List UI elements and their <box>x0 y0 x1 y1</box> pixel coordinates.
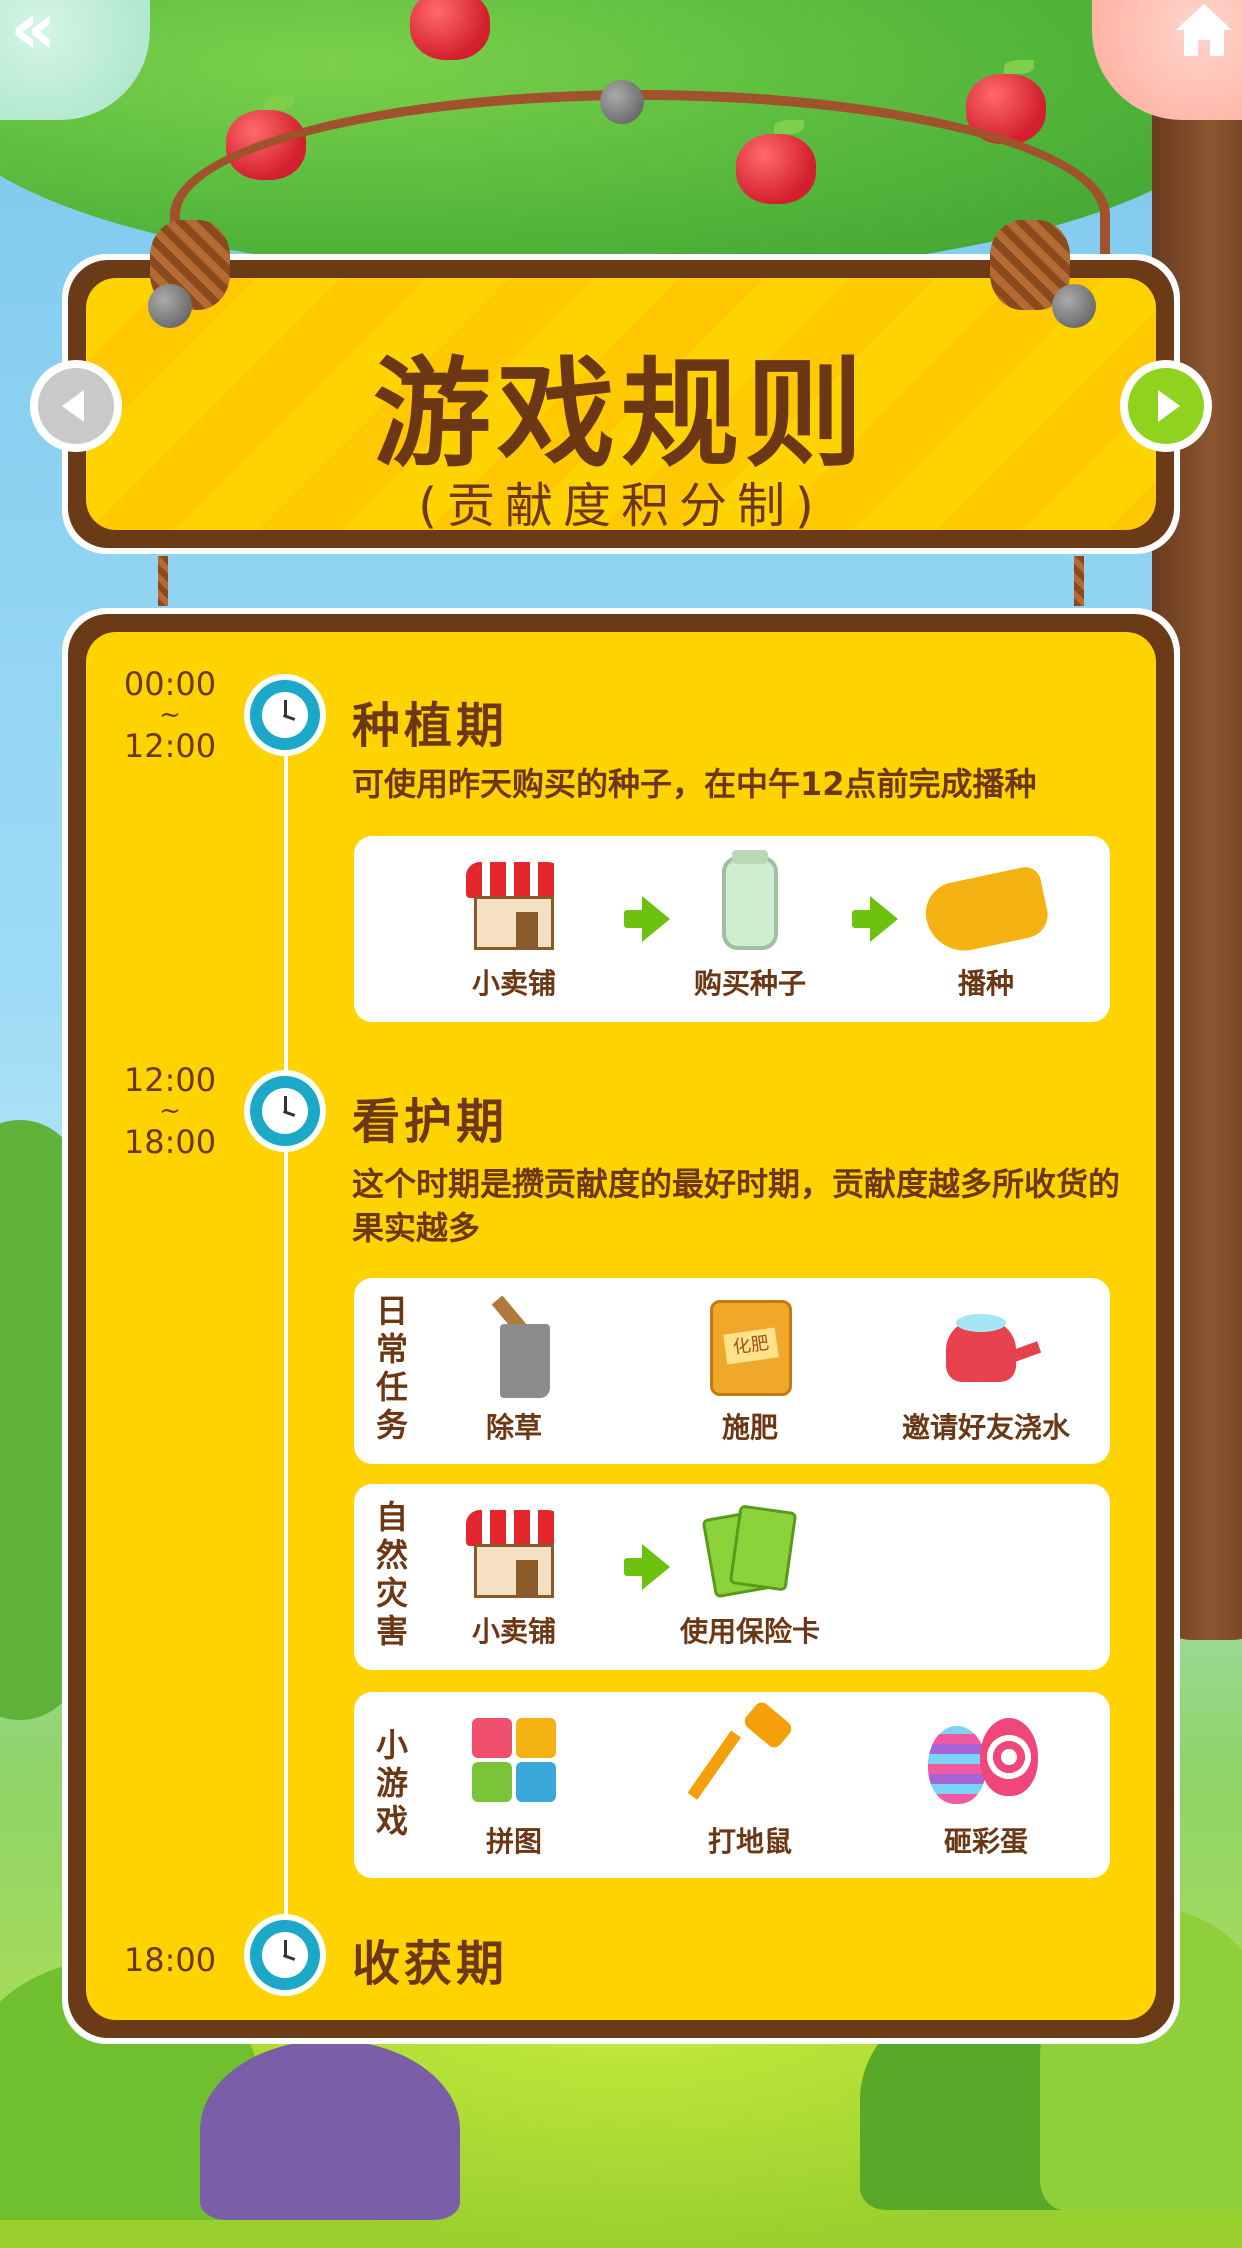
insurance-card-icon <box>701 1504 798 1600</box>
task-fertilize[interactable]: 化肥 施肥 <box>660 1300 840 1444</box>
phase-time: 00:00 ~ 12:00 <box>123 665 217 765</box>
bush <box>200 2040 460 2220</box>
phase-time: 12:00 ~ 18:00 <box>123 1061 217 1161</box>
phase-title: 种植期 <box>352 698 509 754</box>
natural-disaster-card: 自然灾害 小卖铺 使用保险卡 <box>354 1484 1110 1670</box>
phase-description: 这个时期是攒贡献度的最好时期，贡献度越多所收货的果实越多 <box>352 1165 1121 1247</box>
hammer-icon <box>687 1699 796 1810</box>
game-puzzle[interactable]: 拼图 <box>424 1718 604 1858</box>
page-subtitle: (贡献度积分制) <box>418 478 824 534</box>
mini-games-card: 小游戏 拼图 打地鼠 砸彩蛋 <box>354 1692 1110 1878</box>
home-icon[interactable] <box>1172 0 1236 60</box>
page-title: 游戏规则 <box>372 344 869 483</box>
step-shop[interactable]: 小卖铺 <box>424 862 604 1002</box>
board-rope <box>1074 556 1084 606</box>
arrow-right-icon <box>852 896 898 942</box>
rope-nail <box>600 80 644 124</box>
double-chevron-left-icon[interactable]: « <box>10 0 57 64</box>
phase-title: 看护期 <box>352 1094 509 1150</box>
next-button[interactable] <box>1120 360 1212 452</box>
glove-icon <box>920 864 1052 958</box>
clock-icon <box>244 1070 326 1152</box>
daily-tasks-card: 日常任务 除草 化肥 施肥 邀请好友浇水 <box>354 1278 1110 1464</box>
step-buy-seeds[interactable]: 购买种子 <box>660 850 840 1002</box>
fertilizer-bag-icon: 化肥 <box>710 1300 792 1396</box>
game-whack-a-mole[interactable]: 打地鼠 <box>660 1699 840 1858</box>
shop-icon <box>466 862 562 952</box>
step-sow[interactable]: 播种 <box>896 862 1076 1002</box>
shop-icon <box>466 1510 562 1600</box>
planting-steps-card: 小卖铺 购买种子 播种 <box>354 836 1110 1022</box>
axe-icon <box>480 1295 550 1400</box>
phase-title: 收获期 <box>352 1936 509 1992</box>
group-label: 日常任务 <box>375 1292 408 1444</box>
timeline-line <box>284 720 288 1950</box>
group-label: 小游戏 <box>375 1726 408 1840</box>
group-label: 自然灾害 <box>375 1498 408 1650</box>
seed-jar-icon <box>722 850 778 950</box>
arrow-right-icon[interactable] <box>1158 390 1180 422</box>
phase-description: 可使用昨天购买的种子，在中午12点前完成播种 <box>352 765 1037 803</box>
board-nail <box>1052 284 1096 328</box>
task-invite-water[interactable]: 邀请好友浇水 <box>896 1304 1076 1444</box>
arrow-left-icon[interactable] <box>62 390 84 422</box>
phase-time: 18:00 <box>123 1941 217 1979</box>
puzzle-icon <box>472 1718 558 1804</box>
use-insurance-card[interactable]: 使用保险卡 <box>660 1504 840 1650</box>
prev-button[interactable] <box>30 360 122 452</box>
clock-icon <box>244 1914 326 1996</box>
apple <box>410 0 490 60</box>
eggs-icon <box>928 1718 1044 1804</box>
board-rope <box>158 556 168 606</box>
watering-can-icon <box>930 1310 1042 1384</box>
board-nail <box>148 284 192 328</box>
disaster-shop[interactable]: 小卖铺 <box>424 1510 604 1650</box>
task-weeding[interactable]: 除草 <box>424 1295 604 1444</box>
clock-icon <box>244 674 326 756</box>
game-smash-eggs[interactable]: 砸彩蛋 <box>896 1718 1076 1858</box>
